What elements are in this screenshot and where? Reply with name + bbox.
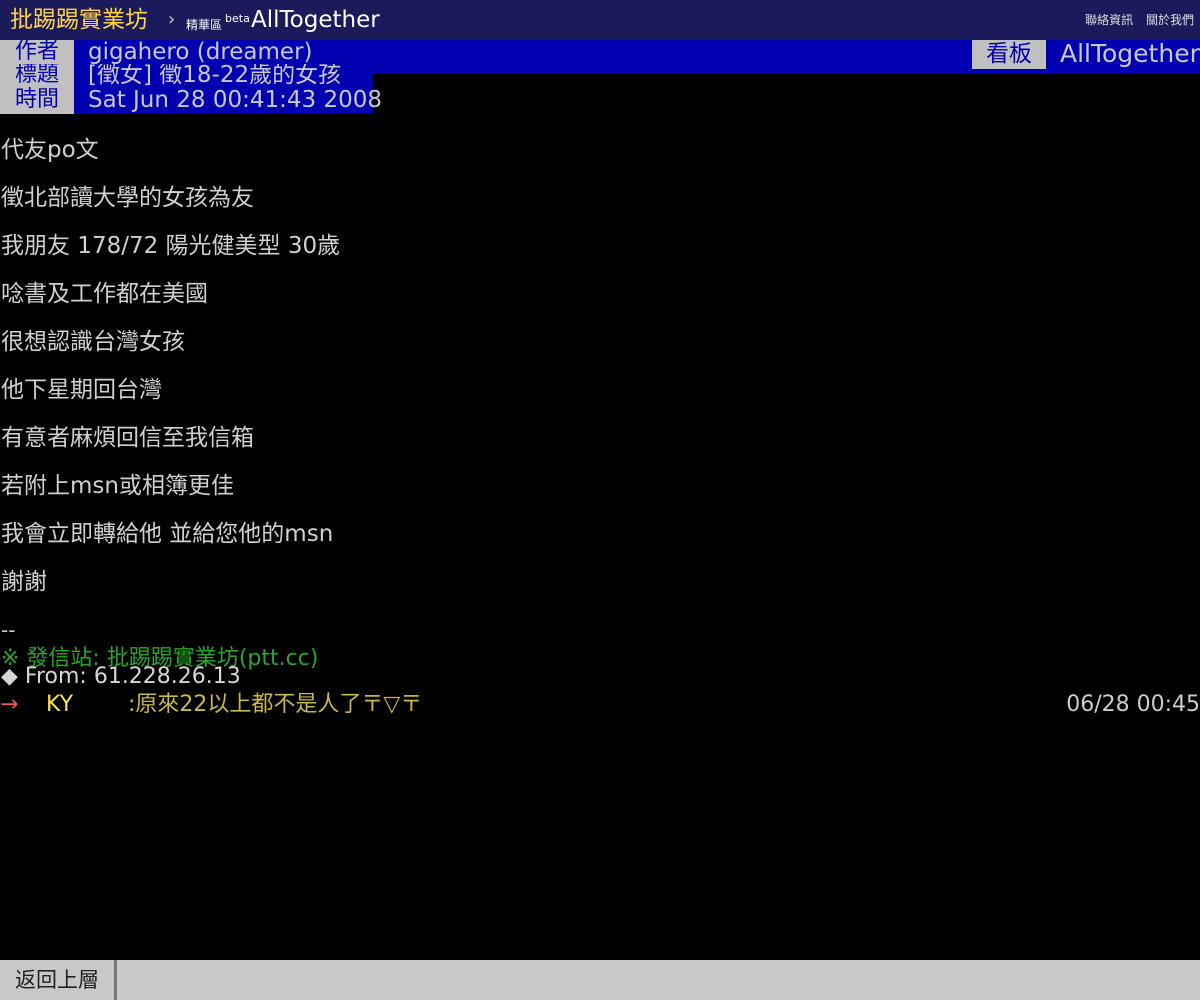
body-line: 徵北部讀大學的女孩為友: [1, 185, 254, 211]
time-label: 時間: [0, 86, 74, 114]
bottom-bar: 返回上層: [0, 960, 1200, 1000]
breadcrumb-section[interactable]: 精華區: [186, 16, 222, 33]
body-line: 唸書及工作都在美國: [1, 281, 208, 307]
author-value: gigahero (dreamer): [88, 40, 313, 64]
board-value: AllTogether: [1060, 39, 1200, 68]
body-line: 有意者麻煩回信至我信箱: [1, 425, 254, 451]
body-line: 代友po文: [1, 137, 99, 163]
signature-from: ◆ From: 61.228.26.13: [1, 664, 241, 689]
title-value: [徵女] 徵18-22歲的女孩: [88, 64, 342, 86]
body-line: 很想認識台灣女孩: [1, 329, 185, 355]
push-comment: → KY :原來22以上都不是人了〒▽〒 06/28 00:45: [0, 690, 1200, 720]
top-navigation-bar: 批踢踢實業坊 › 精華區 beta AllTogether 聯絡資訊 關於我們: [0, 0, 1200, 40]
beta-badge: beta: [225, 12, 250, 25]
time-value: Sat Jun 28 00:41:43 2008: [88, 87, 382, 113]
article-body: 代友po文 徵北部讀大學的女孩為友 我朋友 178/72 陽光健美型 30歲 唸…: [1, 132, 1191, 612]
meta-author-row: 作者 gigahero (dreamer): [0, 40, 373, 64]
site-home-link[interactable]: 批踢踢實業坊: [10, 5, 148, 35]
body-line: 他下星期回台灣: [1, 377, 162, 403]
push-arrow-icon: →: [0, 692, 19, 717]
title-label: 標題: [0, 64, 74, 86]
signature-separator: --: [1, 618, 16, 642]
meta-time-row: 時間 Sat Jun 28 00:41:43 2008: [0, 86, 382, 114]
top-links: 聯絡資訊 關於我們: [1076, 11, 1194, 28]
back-button[interactable]: 返回上層: [0, 960, 117, 1000]
author-label: 作者: [0, 40, 74, 64]
about-link[interactable]: 關於我們: [1146, 13, 1194, 27]
push-time: 06/28 00:45: [1066, 692, 1200, 717]
breadcrumb-board[interactable]: AllTogether: [251, 5, 380, 35]
meta-title-row: 標題 [徵女] 徵18-22歲的女孩: [0, 64, 373, 86]
push-user: KY: [46, 692, 74, 717]
push-content: :原來22以上都不是人了〒▽〒: [128, 692, 423, 717]
contact-link[interactable]: 聯絡資訊: [1085, 13, 1133, 27]
body-line: 我朋友 178/72 陽光健美型 30歲: [1, 233, 341, 259]
body-line: 我會立即轉給他 並給您他的msn: [1, 521, 334, 547]
body-line: 謝謝: [1, 569, 47, 595]
body-line: 若附上msn或相簿更佳: [1, 473, 234, 499]
board-label: 看板: [972, 40, 1046, 69]
chevron-right-icon: ›: [168, 9, 176, 30]
